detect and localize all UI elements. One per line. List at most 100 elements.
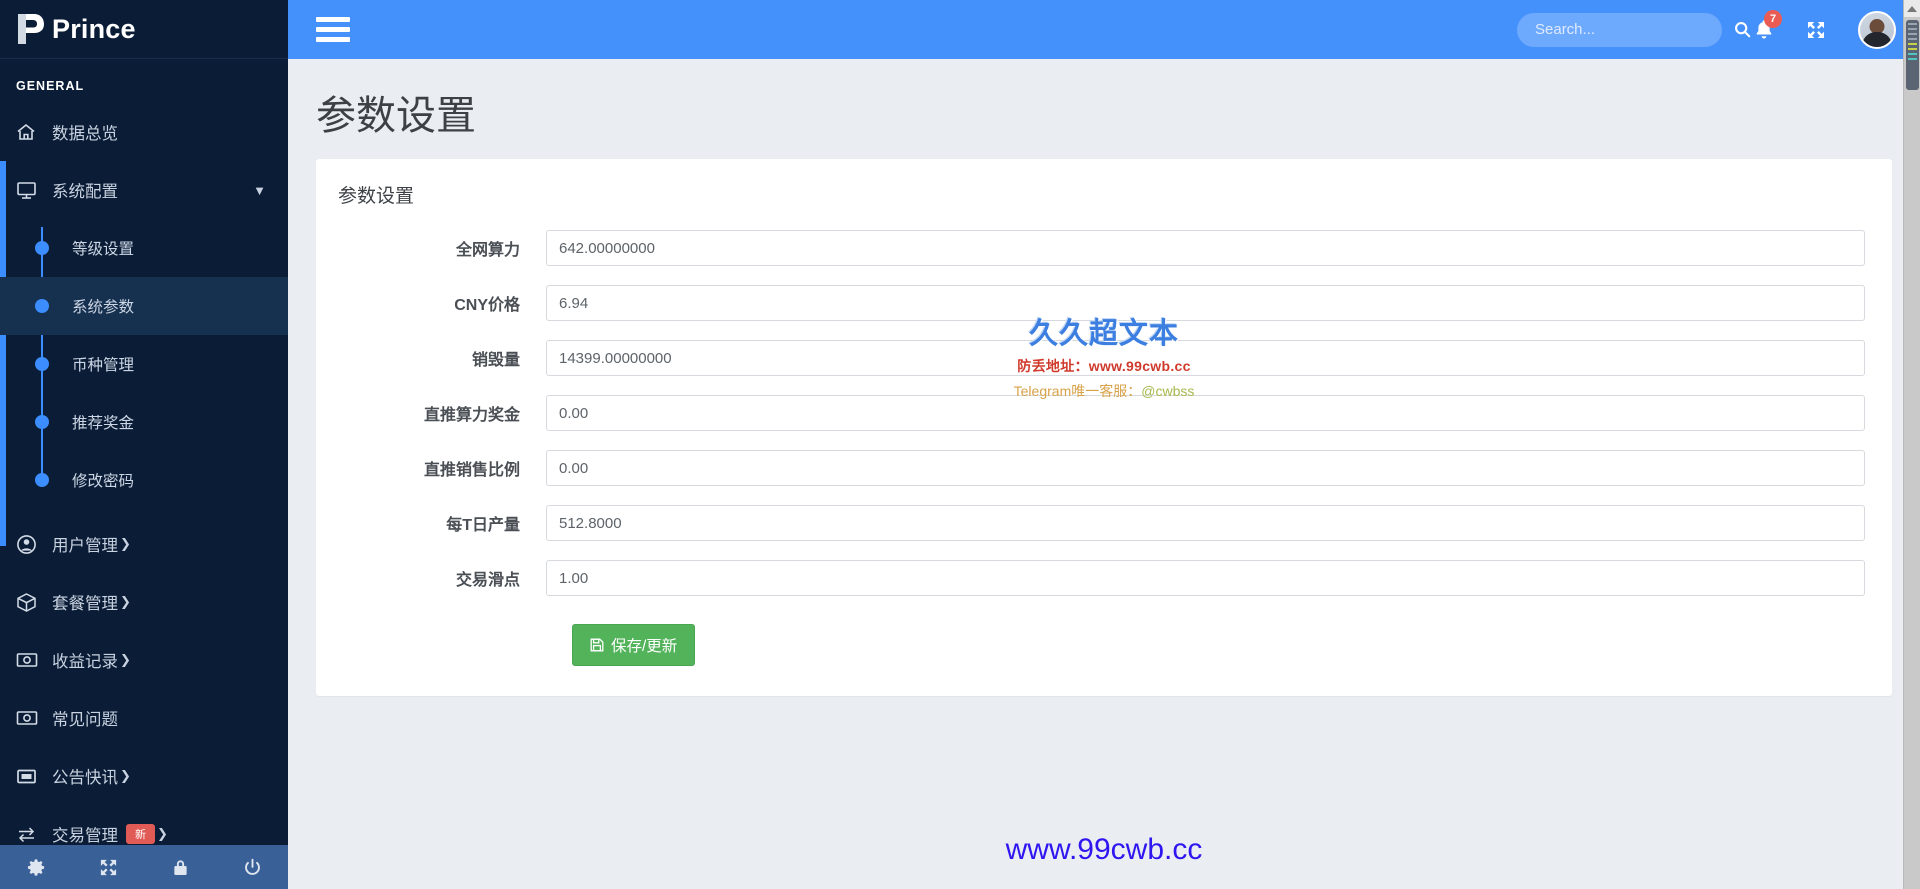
direct-sales-ratio-input[interactable] xyxy=(546,450,1865,486)
sidebar-group-system-config: 系统配置 ▼ 等级设置 系统参数 币种管理 推荐奖金 修改密码 xyxy=(0,161,288,546)
avatar[interactable] xyxy=(1858,10,1896,49)
sidebar-item-system-config[interactable]: 系统配置 ▼ xyxy=(0,161,288,219)
form-row-direct-hashrate-bonus: 直推算力奖金 xyxy=(316,395,1892,431)
chevron-right-icon: ❯ xyxy=(157,826,168,841)
chevron-right-icon: ❯ xyxy=(120,594,131,609)
card-title: 参数设置 xyxy=(338,186,415,207)
sidebar-item-income-records[interactable]: 收益记录 ❯ xyxy=(0,631,288,689)
exchange-icon xyxy=(16,825,42,844)
save-icon xyxy=(590,638,604,652)
hamburger-icon[interactable] xyxy=(316,12,350,47)
sidebar-subitem-level-settings[interactable]: 等级设置 xyxy=(0,219,288,277)
sidebar-item-label: 套餐管理 xyxy=(52,595,118,613)
field-label: 交易滑点 xyxy=(455,572,520,589)
save-button[interactable]: 保存/更新 xyxy=(572,624,696,666)
sidebar-item-label: 常见问题 xyxy=(52,711,118,729)
thumb-ridge xyxy=(1908,58,1917,60)
form-row-burn-amount: 销毁量 xyxy=(316,340,1892,376)
notifications-button[interactable]: 7 xyxy=(1754,10,1782,40)
sidebar-subitem-label: 修改密码 xyxy=(72,473,135,490)
params-card: 参数设置 全网算力 CNY价格 销毁量 直推算力奖金 直推销售比例 xyxy=(316,159,1892,696)
topbar: 7 xyxy=(288,0,1920,59)
sidebar-section-label: GENERAL xyxy=(16,79,85,93)
form-row-total-hashrate: 全网算力 xyxy=(316,230,1892,266)
bullet-icon xyxy=(35,241,49,255)
chevron-down-icon: ▼ xyxy=(253,182,266,198)
sidebar-item-label: 交易管理 xyxy=(52,827,118,845)
sidebar-item-user-management[interactable]: 用户管理 ❯ xyxy=(0,515,288,573)
sidebar-item-dashboard[interactable]: 数据总览 xyxy=(0,103,288,161)
form-row-daily-output-per-t: 每T日产量 xyxy=(316,505,1892,541)
app-root: Prince GENERAL 数据总览 系统配置 ▼ 等级设置 系统参数 币种管… xyxy=(0,0,1920,889)
expand-arrows-icon[interactable] xyxy=(72,858,144,877)
footer-url: www.99cwb.cc xyxy=(1005,833,1203,866)
thumb-ridge xyxy=(1908,33,1917,35)
topbar-right-cluster: 7 xyxy=(1517,10,1920,49)
sidebar-item-faq[interactable]: 常见问题 xyxy=(0,689,288,747)
form-row-cny-price: CNY价格 xyxy=(316,285,1892,321)
thumb-ridge xyxy=(1908,48,1917,50)
field-label: 直推销售比例 xyxy=(423,462,520,479)
box-icon xyxy=(16,592,42,613)
scroll-thumb[interactable] xyxy=(1906,20,1919,90)
prince-logo-icon xyxy=(14,12,46,46)
avatar-body xyxy=(1862,31,1892,47)
form-row-direct-sales-ratio: 直推销售比例 xyxy=(316,450,1892,486)
field-label: 每T日产量 xyxy=(446,517,520,534)
monitor-icon xyxy=(16,181,42,200)
sidebar-footer-toolbar xyxy=(0,845,288,889)
sidebar: Prince GENERAL 数据总览 系统配置 ▼ 等级设置 系统参数 币种管… xyxy=(0,0,288,889)
burn-amount-input[interactable] xyxy=(546,340,1865,376)
bullet-icon xyxy=(35,473,49,487)
search-icon[interactable] xyxy=(1734,21,1751,38)
sidebar-submenu-system-config: 等级设置 系统参数 币种管理 推荐奖金 修改密码 xyxy=(0,219,288,515)
sidebar-item-badge: 新 xyxy=(126,824,155,844)
home-icon xyxy=(16,123,42,141)
bullet-icon xyxy=(35,299,49,313)
save-button-label: 保存/更新 xyxy=(611,638,678,655)
field-label: 直推算力奖金 xyxy=(423,407,520,424)
sidebar-subitem-currency-management[interactable]: 币种管理 xyxy=(0,335,288,393)
bullet-icon xyxy=(35,357,49,371)
thumb-ridge xyxy=(1908,23,1917,25)
sidebar-subitem-label: 推荐奖金 xyxy=(72,415,135,432)
trade-slippage-input[interactable] xyxy=(546,560,1865,596)
notification-count-badge: 7 xyxy=(1764,10,1782,28)
sidebar-item-announcements[interactable]: 公告快讯 ❯ xyxy=(0,747,288,805)
field-label: 全网算力 xyxy=(455,242,520,259)
field-label: CNY价格 xyxy=(454,297,520,314)
brand-name: Prince xyxy=(52,13,136,44)
form-row-trade-slippage: 交易滑点 xyxy=(316,560,1892,596)
thumb-ridge xyxy=(1908,38,1917,40)
direct-hashrate-bonus-input[interactable] xyxy=(546,395,1865,431)
page-scrollbar[interactable] xyxy=(1903,0,1920,889)
chevron-right-icon: ❯ xyxy=(120,536,131,551)
sidebar-item-package-management[interactable]: 套餐管理 ❯ xyxy=(0,573,288,631)
cny-price-input[interactable] xyxy=(546,285,1865,321)
form-actions: 保存/更新 xyxy=(316,624,1892,666)
main-area: 7 参数设置 参数设置 xyxy=(288,0,1920,889)
chevron-right-icon: ❯ xyxy=(120,768,131,783)
sidebar-subitem-label: 币种管理 xyxy=(72,357,135,374)
sidebar-item-label: 数据总览 xyxy=(52,125,118,143)
lock-icon[interactable] xyxy=(144,858,216,877)
gear-icon[interactable] xyxy=(0,858,72,877)
total-hashrate-input[interactable] xyxy=(546,230,1865,266)
power-icon[interactable] xyxy=(216,858,288,877)
brand[interactable]: Prince xyxy=(0,0,288,59)
daily-output-per-t-input[interactable] xyxy=(546,505,1865,541)
thumb-ridge xyxy=(1908,43,1917,45)
sidebar-subitem-label: 等级设置 xyxy=(72,241,135,258)
window-icon xyxy=(16,768,42,785)
sidebar-item-label: 系统配置 xyxy=(52,183,118,201)
fullscreen-button[interactable] xyxy=(1806,20,1826,40)
sidebar-subitem-label: 系统参数 xyxy=(72,299,135,316)
sidebar-subitem-change-password[interactable]: 修改密码 xyxy=(0,451,288,509)
search-box[interactable] xyxy=(1517,12,1751,47)
field-label: 销毁量 xyxy=(471,352,520,369)
search-input[interactable] xyxy=(1535,21,1734,38)
sidebar-subitem-referral-bonus[interactable]: 推荐奖金 xyxy=(0,393,288,451)
scroll-up-button[interactable] xyxy=(1904,0,1920,17)
page-title: 参数设置 xyxy=(316,94,476,138)
sidebar-subitem-system-params[interactable]: 系统参数 xyxy=(0,277,288,335)
